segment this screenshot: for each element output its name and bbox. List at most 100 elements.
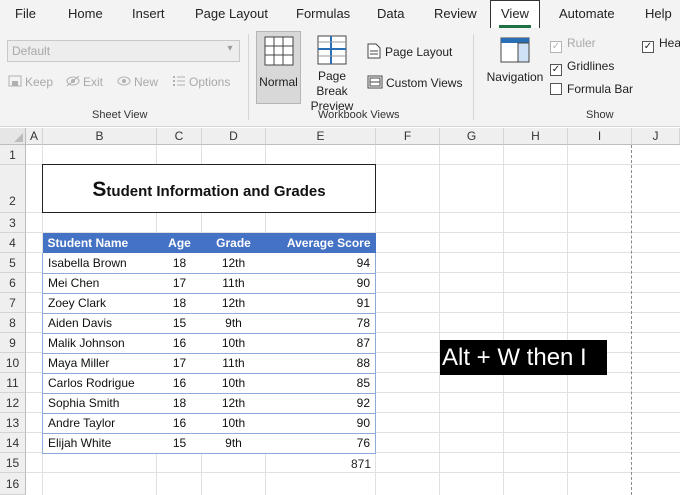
row-header-2[interactable]: 2 <box>0 165 26 213</box>
gridlines-checkbox[interactable]: ✓ Gridlines <box>550 59 614 76</box>
page-layout-view-button[interactable]: Page Layout <box>367 43 452 59</box>
cell-grade[interactable]: 10th <box>201 413 266 434</box>
column-header-i[interactable]: I <box>568 128 632 145</box>
cell-grade[interactable]: 10th <box>201 373 266 394</box>
cell-name[interactable]: Mei Chen <box>42 273 158 294</box>
cell-average[interactable]: 88 <box>265 353 376 374</box>
row-header-9[interactable]: 9 <box>0 333 26 353</box>
row-header-4[interactable]: 4 <box>0 233 26 253</box>
cell-grade[interactable]: 12th <box>201 253 266 274</box>
row-header-10[interactable]: 10 <box>0 353 26 373</box>
menu-automate[interactable]: Automate <box>559 6 615 21</box>
cell-age[interactable]: 18 <box>157 293 202 314</box>
cell-grade[interactable]: 12th <box>201 393 266 414</box>
row-header-13[interactable]: 13 <box>0 413 26 433</box>
header-age[interactable]: Age <box>157 233 202 253</box>
header-student-name[interactable]: Student Name <box>42 233 158 253</box>
menu-data[interactable]: Data <box>377 6 404 21</box>
row-header-8[interactable]: 8 <box>0 313 26 333</box>
menu-review[interactable]: Review <box>434 6 477 21</box>
cell-average[interactable]: 90 <box>265 413 376 434</box>
cell-average[interactable]: 92 <box>265 393 376 414</box>
row-header-14[interactable]: 14 <box>0 433 26 453</box>
total-score-cell[interactable]: 871 <box>266 454 376 474</box>
menu-page-layout[interactable]: Page Layout <box>195 6 268 21</box>
column-header-g[interactable]: G <box>440 128 504 145</box>
row-header-7[interactable]: 7 <box>0 293 26 313</box>
column-header-d[interactable]: D <box>202 128 266 145</box>
menu-view[interactable]: View <box>490 0 540 29</box>
cell-age[interactable]: 15 <box>157 433 202 454</box>
row-header-5[interactable]: 5 <box>0 253 26 273</box>
gridline <box>439 145 440 495</box>
formula-bar-checkbox[interactable]: Formula Bar <box>550 82 633 96</box>
header-average-score[interactable]: Average Score <box>265 233 376 253</box>
row-header-15[interactable]: 15 <box>0 453 26 473</box>
menu-file[interactable]: File <box>15 6 36 21</box>
cell-grade[interactable]: 10th <box>201 333 266 354</box>
sheet-view-dropdown[interactable]: Default ▾ <box>7 40 240 62</box>
cell-grade[interactable]: 11th <box>201 353 266 374</box>
menu-help[interactable]: Help <box>645 6 672 21</box>
header-grade[interactable]: Grade <box>201 233 266 253</box>
headings-checkbox[interactable]: ✓ Hea <box>642 36 680 53</box>
cell-age[interactable]: 17 <box>157 353 202 374</box>
custom-views-button[interactable]: Custom Views <box>367 75 462 90</box>
cell-age[interactable]: 16 <box>157 413 202 434</box>
row-header-3[interactable]: 3 <box>0 213 26 233</box>
navigation-button[interactable]: Navigation <box>484 37 546 97</box>
cell-average[interactable]: 94 <box>265 253 376 274</box>
cell-average[interactable]: 91 <box>265 293 376 314</box>
cell-age[interactable]: 15 <box>157 313 202 334</box>
row-header-6[interactable]: 6 <box>0 273 26 293</box>
cell-name[interactable]: Aiden Davis <box>42 313 158 334</box>
row-header-16[interactable]: 16 <box>0 473 26 495</box>
options-button[interactable]: Options <box>172 75 230 89</box>
cell-name[interactable]: Andre Taylor <box>42 413 158 434</box>
cell-name[interactable]: Isabella Brown <box>42 253 158 274</box>
row-header-11[interactable]: 11 <box>0 373 26 393</box>
cell-grade[interactable]: 11th <box>201 273 266 294</box>
select-all-corner[interactable] <box>0 128 26 145</box>
cell-name[interactable]: Maya Miller <box>42 353 158 374</box>
cell-age[interactable]: 18 <box>157 393 202 414</box>
spreadsheet-grid[interactable]: A B C D E F G H I J 1 2 3 4 5 6 7 8 9 10… <box>0 128 680 495</box>
menu-formulas[interactable]: Formulas <box>296 6 350 21</box>
cell-age[interactable]: 16 <box>157 333 202 354</box>
column-header-e[interactable]: E <box>266 128 376 145</box>
cell-grade[interactable]: 9th <box>201 313 266 334</box>
column-header-b[interactable]: B <box>43 128 157 145</box>
title-cell[interactable]: Student Information and Grades <box>42 164 376 213</box>
cell-name[interactable]: Elijah White <box>42 433 158 454</box>
column-header-a[interactable]: A <box>26 128 43 145</box>
menu-home[interactable]: Home <box>68 6 103 21</box>
new-button[interactable]: New <box>117 75 158 89</box>
cell-average[interactable]: 87 <box>265 333 376 354</box>
cell-name[interactable]: Zoey Clark <box>42 293 158 314</box>
column-header-f[interactable]: F <box>376 128 440 145</box>
exit-button[interactable]: Exit <box>66 75 103 89</box>
normal-view-button[interactable]: Normal <box>256 31 301 104</box>
cell-average[interactable]: 78 <box>265 313 376 334</box>
cell-age[interactable]: 16 <box>157 373 202 394</box>
ruler-checkbox[interactable]: ✓ Ruler <box>550 36 596 53</box>
cell-average[interactable]: 85 <box>265 373 376 394</box>
cell-average[interactable]: 76 <box>265 433 376 454</box>
cell-name[interactable]: Sophia Smith <box>42 393 158 414</box>
column-header-h[interactable]: H <box>504 128 568 145</box>
row-header-12[interactable]: 12 <box>0 393 26 413</box>
row-header-1[interactable]: 1 <box>0 145 26 165</box>
cell-age[interactable]: 18 <box>157 253 202 274</box>
cell-name[interactable]: Malik Johnson <box>42 333 158 354</box>
cell-grade[interactable]: 12th <box>201 293 266 314</box>
cell-average[interactable]: 90 <box>265 273 376 294</box>
page-break-preview-button[interactable]: Page Break Preview <box>302 35 362 113</box>
column-header-j[interactable]: J <box>632 128 680 145</box>
menu-insert[interactable]: Insert <box>132 6 165 21</box>
normal-view-label: Normal <box>259 75 298 89</box>
column-header-c[interactable]: C <box>157 128 202 145</box>
cell-grade[interactable]: 9th <box>201 433 266 454</box>
cell-age[interactable]: 17 <box>157 273 202 294</box>
keep-button[interactable]: Keep <box>8 75 53 89</box>
cell-name[interactable]: Carlos Rodrigue <box>42 373 158 394</box>
